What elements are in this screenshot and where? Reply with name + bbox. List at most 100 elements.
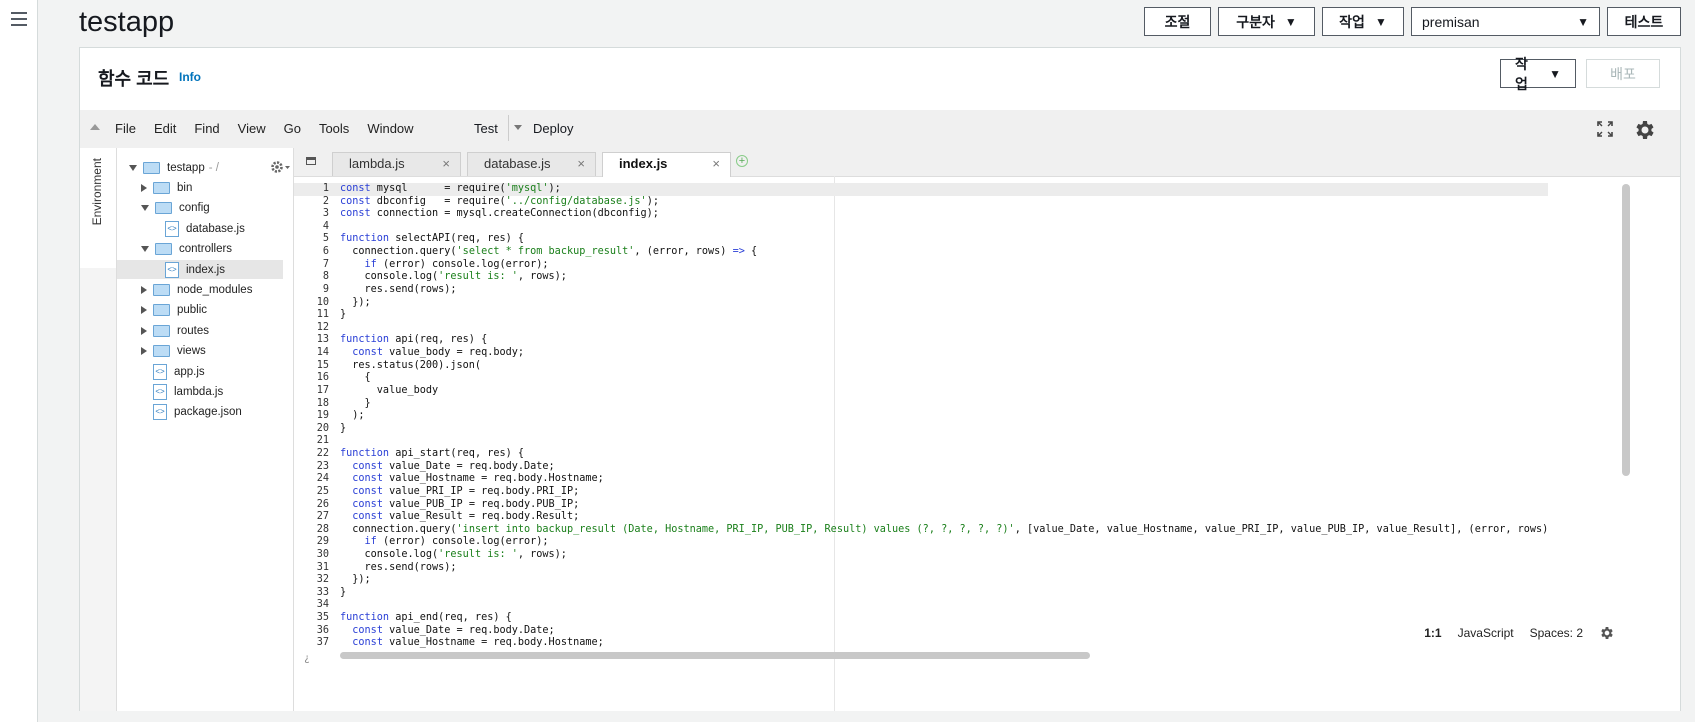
tree-item-label: database.js xyxy=(186,222,245,235)
tree-item-app-js[interactable]: <> app.js xyxy=(117,362,283,381)
tab-lambda-js[interactable]: lambda.js × xyxy=(332,152,461,176)
expanded-triangle-icon[interactable] xyxy=(141,205,149,212)
line-number: 12 xyxy=(316,321,329,333)
code-line: 13 function api(req, res) { xyxy=(294,334,1548,347)
tree-item-controllers[interactable]: controllers xyxy=(117,240,283,259)
tree-item-bin[interactable]: bin xyxy=(117,178,283,197)
tab-database-js[interactable]: database.js × xyxy=(467,152,596,176)
tree-item-lambda-js[interactable]: <> lambda.js xyxy=(117,382,283,401)
editor-settings-gear-icon[interactable] xyxy=(1599,625,1615,641)
line-number: 21 xyxy=(316,435,329,447)
tree-item-database-js[interactable]: <> database.js xyxy=(117,219,283,238)
menu-test[interactable]: Test xyxy=(474,121,498,136)
horizontal-scrollbar[interactable] xyxy=(340,652,1090,659)
code-text: const value_PRI_IP = req.body.PRI_IP; xyxy=(352,485,580,497)
line-number: 31 xyxy=(316,561,329,573)
tab-index-js[interactable]: index.js × xyxy=(602,152,731,177)
code-file-icon: <> xyxy=(153,363,167,380)
collapsed-triangle-icon[interactable] xyxy=(141,326,147,335)
code-line: 30 console.log('result is: ', rows); xyxy=(294,549,1548,562)
tree-item-public[interactable]: public xyxy=(117,301,283,320)
info-link[interactable]: Info xyxy=(179,70,201,84)
tree-settings-gear-icon[interactable] xyxy=(270,159,292,175)
menu-file[interactable]: File xyxy=(115,121,136,136)
panel-actions: 작업 ▼ 배포 xyxy=(1500,56,1660,92)
tree-item-node-modules[interactable]: node_modules xyxy=(117,280,283,299)
actions-dropdown[interactable]: 작업 ▼ xyxy=(1322,7,1404,36)
collapsed-triangle-icon[interactable] xyxy=(141,347,147,356)
code-file-icon: <> xyxy=(153,383,167,400)
panel-actions-dropdown[interactable]: 작업 ▼ xyxy=(1500,56,1576,92)
environment-tab[interactable]: Environment xyxy=(80,148,116,268)
line-number: 29 xyxy=(316,536,329,548)
tree-item-package-json[interactable]: <> package.json xyxy=(117,403,283,422)
caret-down-icon: ▼ xyxy=(1549,66,1561,81)
vertical-scrollbar[interactable] xyxy=(1622,184,1630,476)
line-number: 15 xyxy=(316,359,329,371)
code-area[interactable]: ¿ 1:1 JavaScript Spaces: 2 1 const mysql … xyxy=(294,176,1680,711)
collapsed-triangle-icon[interactable] xyxy=(141,285,147,294)
code-text: function api_end(req, res) { xyxy=(340,612,512,624)
tree-item-label: lambda.js xyxy=(174,385,224,398)
line-number: 17 xyxy=(316,384,329,396)
code-line: 7 if (error) console.log(error); xyxy=(294,259,1548,272)
line-number: 14 xyxy=(316,347,329,359)
fullscreen-expand-icon[interactable] xyxy=(1597,121,1613,137)
collapse-triangle-icon[interactable] xyxy=(90,124,100,130)
code-line: 21 xyxy=(294,435,1548,448)
qualifier-dropdown[interactable]: 구분자 ▼ xyxy=(1218,7,1315,36)
code-text: }); xyxy=(340,296,371,308)
code-line: 1 const mysql = require('mysql'); xyxy=(294,183,1548,196)
adjust-button[interactable]: 조절 xyxy=(1144,7,1211,36)
test-caret-down-icon[interactable] xyxy=(514,125,522,130)
tree-item-label: package.json xyxy=(174,406,242,419)
tab-list-icon[interactable] xyxy=(306,157,316,165)
close-tab-icon[interactable]: × xyxy=(577,153,585,175)
menu-view[interactable]: View xyxy=(238,121,266,136)
deploy-button[interactable]: 배포 xyxy=(1586,59,1660,88)
tree-root[interactable]: testapp - / xyxy=(129,158,295,177)
tree-item-index-js[interactable]: <> index.js xyxy=(117,260,283,279)
fold-warning-icon: ¿ xyxy=(304,653,311,664)
line-number: 28 xyxy=(316,523,329,535)
tab-label: database.js xyxy=(484,156,551,171)
menu-tools[interactable]: Tools xyxy=(319,121,349,136)
code-file-icon: <> xyxy=(165,261,179,278)
menu-find[interactable]: Find xyxy=(194,121,219,136)
menu-window[interactable]: Window xyxy=(367,121,413,136)
collapsed-triangle-icon[interactable] xyxy=(141,183,147,192)
line-number: 26 xyxy=(316,498,329,510)
line-number: 13 xyxy=(316,334,329,346)
code-text: connection.query('select * from backup_r… xyxy=(340,246,758,258)
left-rail xyxy=(0,0,38,722)
menu-deploy[interactable]: Deploy xyxy=(533,121,573,136)
code-line: 35 function api_end(req, res) { xyxy=(294,612,1548,625)
tree-item-label: bin xyxy=(177,181,193,194)
code-line: 25 const value_PRI_IP = req.body.PRI_IP; xyxy=(294,486,1548,499)
code-line: 19 ); xyxy=(294,410,1548,423)
tab-label: lambda.js xyxy=(349,156,405,171)
add-tab-icon[interactable]: + xyxy=(736,155,748,167)
line-number: 23 xyxy=(316,460,329,472)
menu-items: File Edit Find View Go Tools Window xyxy=(115,121,414,136)
test-button[interactable]: 테스트 xyxy=(1607,7,1681,36)
close-tab-icon[interactable]: × xyxy=(712,153,720,175)
expanded-triangle-icon[interactable] xyxy=(141,246,149,253)
collapsed-triangle-icon[interactable] xyxy=(141,306,147,315)
folder-icon xyxy=(155,243,172,256)
close-tab-icon[interactable]: × xyxy=(442,153,450,175)
preferences-gear-icon[interactable] xyxy=(1633,118,1657,142)
code-line: 31 res.send(rows); xyxy=(294,562,1548,575)
tree-item-routes[interactable]: routes xyxy=(117,321,283,340)
tree-item-views[interactable]: views xyxy=(117,342,283,361)
tree-item-config[interactable]: config xyxy=(117,199,283,218)
tree-item-label: config xyxy=(179,202,210,215)
menu-go[interactable]: Go xyxy=(284,121,301,136)
hamburger-menu-icon[interactable] xyxy=(11,12,27,26)
code-text: { xyxy=(340,372,371,384)
code-line: 15 res.status(200).json( xyxy=(294,360,1548,373)
menu-edit[interactable]: Edit xyxy=(154,121,176,136)
ide-menubar: File Edit Find View Go Tools Window Test Deplo… xyxy=(80,110,1680,149)
alias-select[interactable]: premisan ▼ xyxy=(1411,7,1600,36)
line-number: 34 xyxy=(316,599,329,611)
